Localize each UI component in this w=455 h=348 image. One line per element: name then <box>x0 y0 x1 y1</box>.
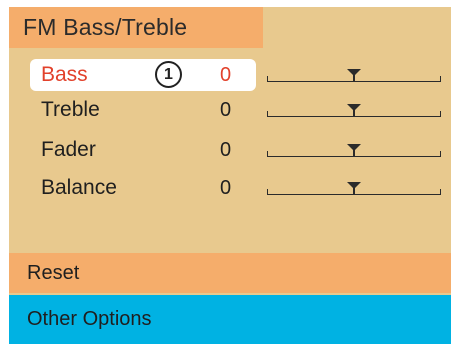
setting-label-bass: Bass <box>41 63 88 86</box>
slider-track <box>267 116 441 117</box>
numbered-callout-icon: 1 <box>155 61 182 88</box>
setting-row-treble[interactable]: Treble 0 <box>9 93 451 127</box>
setting-label-fader: Fader <box>41 138 96 161</box>
bass-slider[interactable] <box>267 60 441 82</box>
setting-row-fader[interactable]: Fader 0 <box>9 133 451 167</box>
treble-slider[interactable] <box>267 95 441 117</box>
setting-value-treble: 0 <box>220 99 232 121</box>
fm-bass-treble-screen: FM Bass/Treble Bass 1 0 Treble 0 Fader 0… <box>9 7 451 344</box>
screen-title-text: FM Bass/Treble <box>23 14 188 40</box>
setting-value-fader: 0 <box>220 139 232 161</box>
reset-button-label: Reset <box>27 262 80 284</box>
setting-row-balance[interactable]: Balance 0 <box>9 171 451 205</box>
setting-label-treble: Treble <box>41 98 100 121</box>
other-options-button[interactable]: Other Options <box>9 295 451 344</box>
screen-title: FM Bass/Treble <box>9 7 263 48</box>
fader-slider[interactable] <box>267 135 441 157</box>
slider-thumb-icon[interactable] <box>347 144 361 156</box>
slider-min-tick <box>267 151 268 157</box>
slider-max-tick <box>440 151 441 157</box>
balance-slider[interactable] <box>267 173 441 195</box>
slider-min-tick <box>267 111 268 117</box>
setting-value-balance: 0 <box>220 177 232 199</box>
slider-thumb-icon[interactable] <box>347 69 361 81</box>
slider-max-tick <box>440 76 441 82</box>
setting-value-bass: 0 <box>220 64 232 86</box>
slider-max-tick <box>440 189 441 195</box>
slider-track <box>267 194 441 195</box>
slider-min-tick <box>267 76 268 82</box>
setting-label-balance: Balance <box>41 176 117 199</box>
slider-min-tick <box>267 189 268 195</box>
slider-thumb-icon[interactable] <box>347 182 361 194</box>
setting-row-bass[interactable]: Bass 1 0 <box>9 58 451 92</box>
slider-track <box>267 156 441 157</box>
slider-thumb-icon[interactable] <box>347 104 361 116</box>
slider-track <box>267 81 441 82</box>
other-options-button-label: Other Options <box>27 308 152 330</box>
slider-max-tick <box>440 111 441 117</box>
reset-button[interactable]: Reset <box>9 253 451 293</box>
